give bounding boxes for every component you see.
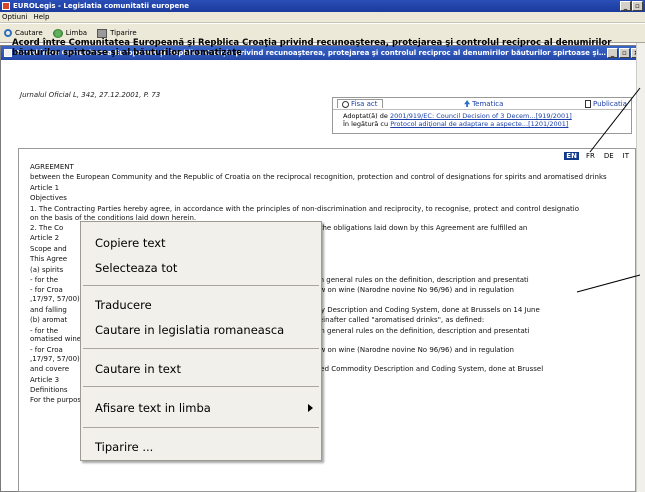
language-button[interactable]: Limba <box>52 28 88 38</box>
related-link[interactable]: Protocol adiţional de adaptare a aspecte… <box>390 120 568 128</box>
menu-item-search-in-text[interactable]: Cautare in text <box>95 360 181 378</box>
tab-label: Fisa act <box>351 100 378 108</box>
lang-it[interactable]: IT <box>621 152 631 160</box>
print-button[interactable]: Tiparire <box>97 28 137 38</box>
menu-options[interactable]: Optiuni <box>2 13 27 21</box>
menu-separator <box>83 285 319 286</box>
maximize-button[interactable]: ▫ <box>632 1 643 11</box>
app-title: EUROLegis - Legislatia comunitatii europ… <box>13 2 189 10</box>
globe-icon <box>52 28 63 38</box>
circle-icon <box>342 100 349 108</box>
document-title: Acord între Comunitatea Europeană şi Rep… <box>12 38 612 58</box>
document-info-box: Fisa act Tematica Publicatia Adoptat(ă) … <box>332 97 632 134</box>
document-header: Acord între Comunitatea Europeană şi Rep… <box>12 38 622 58</box>
adopted-row: Adoptat(ă) de 2001/919/EC: Council Decis… <box>333 110 631 120</box>
info-tabs: Fisa act Tematica Publicatia <box>333 98 631 110</box>
text-line: Objectives <box>30 194 67 203</box>
language-label: Limba <box>65 29 88 37</box>
related-label: În legătură cu <box>343 120 389 128</box>
app-title-bar: EUROLegis - Legislatia comunitatii europ… <box>0 0 645 12</box>
adopted-link[interactable]: 2001/919/EC: Council Decision of 3 Decem… <box>390 112 572 120</box>
menu-item-copy-text[interactable]: Copiere text <box>95 234 166 252</box>
menu-separator <box>83 427 319 428</box>
tab-label: Tematica <box>472 99 504 108</box>
menu-item-search-romanian-legislation[interactable]: Cautare in legislatia romaneasca <box>95 321 284 339</box>
document-reference: Jurnalul Oficial L, 342, 27.12.2001, P. … <box>20 91 161 99</box>
text-line: AGREEMENT <box>30 163 74 171</box>
search-button[interactable]: Cautare <box>4 29 43 37</box>
tab-fisa-act[interactable]: Fisa act <box>337 99 383 108</box>
tab-label: Publicatia <box>592 99 627 108</box>
language-selector: EN FR DE IT <box>564 152 631 160</box>
adopted-label: Adoptat(ă) de <box>343 112 388 120</box>
menu-item-show-text-in-language[interactable]: Afisare text in limba <box>95 399 211 417</box>
scrollbar[interactable] <box>636 43 645 492</box>
menu-item-translate[interactable]: Traducere <box>95 296 152 314</box>
lang-en[interactable]: EN <box>564 152 579 160</box>
menu-help[interactable]: Help <box>33 13 49 21</box>
print-label: Tiparire <box>110 29 137 37</box>
text-line: Article 1 <box>30 183 60 192</box>
app-icon <box>2 2 10 10</box>
page-icon <box>584 99 591 108</box>
tab-publicatia[interactable]: Publicatia <box>584 99 627 108</box>
search-label: Cautare <box>15 29 43 37</box>
lang-fr[interactable]: FR <box>584 152 597 160</box>
text-line: 1. The Contracting Parties hereby agree,… <box>30 204 580 222</box>
menu-separator <box>83 386 319 387</box>
menu-separator <box>83 348 319 349</box>
text-line: between the European Community and the R… <box>30 173 607 182</box>
search-icon <box>4 29 12 37</box>
context-menu: Copiere text Selecteaza tot Traducere Ca… <box>80 221 322 461</box>
printer-icon <box>97 28 108 38</box>
lang-de[interactable]: DE <box>602 152 616 160</box>
arrow-icon <box>464 100 471 107</box>
tab-tematica[interactable]: Tematica <box>464 100 503 108</box>
menu-item-select-all[interactable]: Selecteaza tot <box>95 259 177 277</box>
menu-item-print[interactable]: Tiparire ... <box>95 438 153 456</box>
submenu-arrow-icon <box>308 404 313 412</box>
related-row: În legătură cu Protocol adiţional de ada… <box>333 120 631 128</box>
document-icon <box>4 49 12 57</box>
menu-bar: Optiuni Help <box>0 12 645 23</box>
minimize-button[interactable]: _ <box>620 1 631 11</box>
